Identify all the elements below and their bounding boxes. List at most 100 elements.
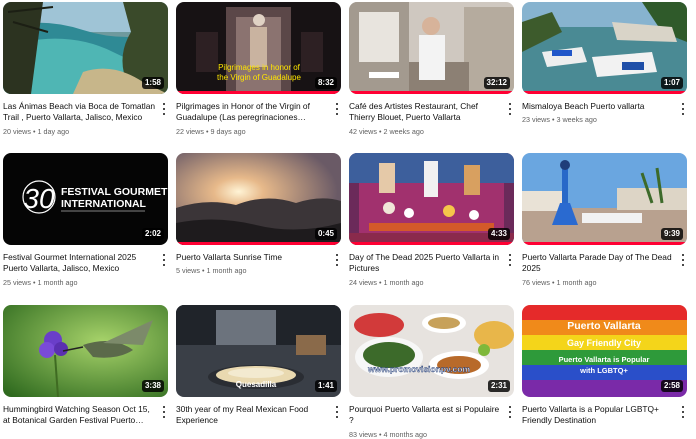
more-actions-icon[interactable] [506, 253, 514, 267]
video-meta: 30th year of my Real Mexican Food Experi… [176, 404, 343, 427]
more-actions-icon[interactable] [679, 253, 687, 267]
stats-separator: • [378, 429, 382, 439]
video-meta: Café des Artistes Restaurant, Chef Thier… [349, 101, 516, 136]
video-card[interactable]: Pilgrimages in honor of the Virgin of Gu… [176, 2, 343, 136]
watch-progress-bar [349, 91, 514, 94]
video-meta: Mismaloya Beach Puerto vallarta 23 views… [522, 101, 689, 124]
video-thumbnail[interactable]: 0:45 [176, 153, 341, 245]
svg-text:Puerto Vallarta is Popular: Puerto Vallarta is Popular [559, 355, 650, 364]
video-meta: Puerto Vallarta is a Popular LGBTQ+ Frie… [522, 404, 689, 427]
video-grid: 1:58 Las Ánimas Beach via Boca de Tomatl… [0, 0, 696, 439]
more-actions-icon[interactable] [160, 405, 168, 419]
video-duration: 2:31 [487, 380, 510, 392]
view-count: 5 views [176, 266, 200, 276]
stats-separator: • [378, 126, 382, 136]
video-duration: 8:32 [314, 77, 337, 89]
stats-separator: • [205, 126, 209, 136]
video-title[interactable]: Pilgrimages in Honor of the Virgin of Gu… [176, 101, 329, 124]
stats-separator: • [551, 115, 555, 125]
video-title[interactable]: Puerto Vallarta Parade Day of The Dead 2… [522, 252, 675, 275]
video-card[interactable]: Puerto Vallarta Gay Friendly City Puerto… [522, 305, 689, 427]
video-card[interactable]: 1:07 Mismaloya Beach Puerto vallarta 23 … [522, 2, 689, 124]
more-actions-icon[interactable] [679, 102, 687, 116]
upload-age: 1 month ago [383, 277, 424, 287]
video-duration: 4:33 [487, 228, 510, 240]
video-duration: 2:58 [660, 380, 683, 392]
video-title[interactable]: Pourquoi Puerto Vallarta est si Populair… [349, 404, 502, 427]
video-title[interactable]: Hummingbird Watching Season Oct 15, at B… [3, 404, 156, 427]
upload-age: 1 month ago [556, 277, 597, 287]
video-thumbnail[interactable]: 3:38 [3, 305, 168, 397]
svg-text:Gay Friendly City: Gay Friendly City [567, 338, 641, 348]
more-actions-icon[interactable] [333, 405, 341, 419]
video-title[interactable]: Las Ánimas Beach via Boca de Tomatlan Tr… [3, 101, 156, 124]
video-stats: 22 views • 9 days ago [176, 127, 329, 136]
video-duration: 32:12 [483, 77, 510, 89]
video-card[interactable]: 30 FESTIVAL GOURMET INTERNATIONAL 2:02 F… [3, 153, 170, 287]
thumbnail-overlay-text: Quesadilla [236, 380, 277, 389]
video-thumbnail[interactable]: 1:58 [3, 2, 168, 94]
view-count: 23 views [522, 115, 550, 125]
video-card[interactable]: 4:33 Day of The Dead 2025 Puerto Vallart… [349, 153, 516, 287]
upload-age: 2 weeks ago [383, 126, 424, 136]
view-count: 22 views [176, 126, 204, 136]
video-title[interactable]: Café des Artistes Restaurant, Chef Thier… [349, 101, 502, 124]
video-card[interactable]: 3:38 Hummingbird Watching Season Oct 15,… [3, 305, 170, 427]
video-card[interactable]: 1:58 Las Ánimas Beach via Boca de Tomatl… [3, 2, 170, 136]
video-thumbnail[interactable]: Pilgrimages in honor of the Virgin of Gu… [176, 2, 341, 94]
more-actions-icon[interactable] [506, 102, 514, 116]
video-title[interactable]: 30th year of my Real Mexican Food Experi… [176, 404, 329, 427]
video-card[interactable]: Quesadilla 1:41 30th year of my Real Mex… [176, 305, 343, 427]
more-actions-icon[interactable] [160, 253, 168, 267]
upload-age: 1 day ago [37, 126, 70, 136]
video-meta: Pilgrimages in Honor of the Virgin of Gu… [176, 101, 343, 136]
video-title[interactable]: Puerto Vallarta Sunrise Time [176, 252, 329, 263]
video-stats: 23 views • 3 weeks ago [522, 115, 675, 124]
watch-progress-bar [522, 91, 687, 94]
video-title[interactable]: Mismaloya Beach Puerto vallarta [522, 101, 675, 112]
video-thumbnail[interactable]: 32:12 [349, 2, 514, 94]
svg-text:the Virgin of Guadalupe: the Virgin of Guadalupe [217, 73, 301, 82]
video-title[interactable]: Day of The Dead 2025 Puerto Vallarta in … [349, 252, 502, 275]
more-actions-icon[interactable] [506, 405, 514, 419]
video-thumbnail[interactable]: 9:39 [522, 153, 687, 245]
more-actions-icon[interactable] [333, 253, 341, 267]
video-meta: Day of The Dead 2025 Puerto Vallarta in … [349, 252, 516, 287]
video-meta: Puerto Vallarta Parade Day of The Dead 2… [522, 252, 689, 287]
video-thumbnail[interactable]: 1:07 [522, 2, 687, 94]
video-thumbnail[interactable]: Puerto Vallarta Gay Friendly City Puerto… [522, 305, 687, 397]
video-card[interactable]: www.promovisionpv.com 2:31 Pourquoi Puer… [349, 305, 516, 439]
stats-separator: • [201, 266, 205, 276]
video-duration: 1:41 [314, 380, 337, 392]
video-stats: 83 views • 4 months ago [349, 430, 502, 439]
video-stats: 42 views • 2 weeks ago [349, 127, 502, 136]
upload-age: 1 month ago [37, 277, 78, 287]
more-actions-icon[interactable] [333, 102, 341, 116]
more-actions-icon[interactable] [679, 405, 687, 419]
thumbnail-overlay-text: FESTIVAL GOURMET [61, 186, 168, 198]
video-card[interactable]: 0:45 Puerto Vallarta Sunrise Time 5 view… [176, 153, 343, 275]
video-stats: 76 views • 1 month ago [522, 278, 675, 287]
watch-progress-bar [349, 242, 514, 245]
video-thumbnail[interactable]: www.promovisionpv.com 2:31 [349, 305, 514, 397]
video-card[interactable]: 32:12 Café des Artistes Restaurant, Chef… [349, 2, 516, 136]
video-card[interactable]: 9:39 Puerto Vallarta Parade Day of The D… [522, 153, 689, 287]
watch-progress-bar [176, 242, 341, 245]
stats-separator: • [551, 277, 555, 287]
video-duration: 3:38 [141, 380, 164, 392]
video-thumbnail[interactable]: Quesadilla 1:41 [176, 305, 341, 397]
video-stats: 5 views • 1 month ago [176, 266, 329, 275]
more-actions-icon[interactable] [160, 102, 168, 116]
view-count: 83 views [349, 429, 377, 439]
video-thumbnail[interactable]: 4:33 [349, 153, 514, 245]
svg-text:INTERNATIONAL: INTERNATIONAL [61, 198, 147, 210]
view-count: 76 views [522, 277, 550, 287]
video-title[interactable]: Puerto Vallarta is a Popular LGBTQ+ Frie… [522, 404, 675, 427]
upload-age: 3 weeks ago [556, 115, 597, 125]
video-thumbnail[interactable]: 30 FESTIVAL GOURMET INTERNATIONAL 2:02 [3, 153, 168, 245]
video-title[interactable]: Festival Gourmet International 2025 Puer… [3, 252, 156, 275]
video-duration: 2:02 [141, 228, 164, 240]
view-count: 20 views [3, 126, 31, 136]
upload-age: 1 month ago [206, 266, 247, 276]
video-meta: Festival Gourmet International 2025 Puer… [3, 252, 170, 287]
